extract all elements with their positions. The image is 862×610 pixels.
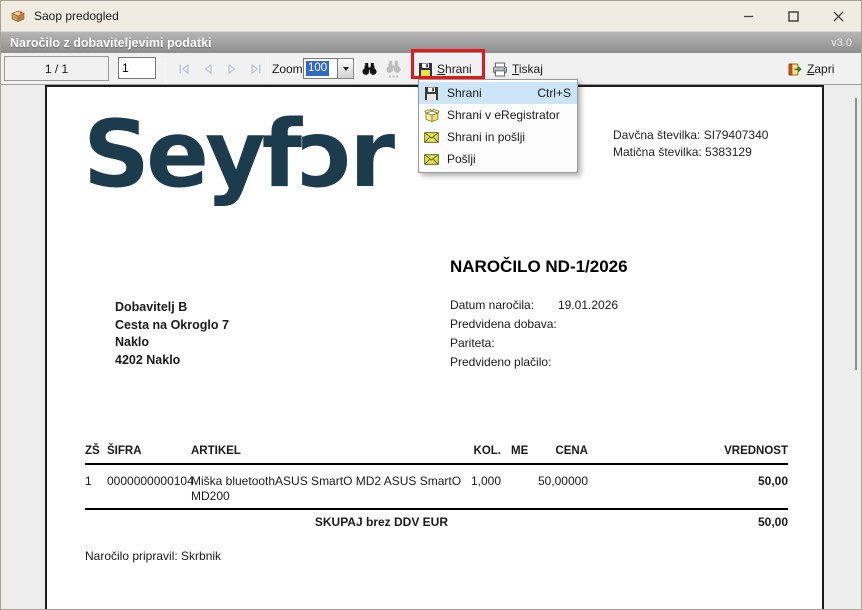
save-dropdown-menu: Shrani Ctrl+S Shrani v eRegistrator Shra… [418, 79, 578, 173]
open-box-icon [423, 108, 440, 122]
menu-item-label: Shrani v eRegistrator [447, 108, 560, 122]
title-bar: Saop predogled [1, 1, 861, 31]
find-next-button[interactable] [383, 58, 403, 80]
version-label: v3.0 [831, 36, 852, 49]
seyfor-logo: Seyfɔr [83, 100, 395, 208]
zoom-dropdown-button[interactable] [338, 58, 354, 79]
chevron-down-icon [342, 66, 349, 71]
summary-row: SKUPAJ brez DDV EUR 50,00 [85, 515, 788, 530]
supplier-line: 4202 Naklo [115, 352, 181, 367]
menu-item-label: Shrani [447, 86, 482, 100]
toolbar-separator [267, 57, 268, 81]
next-page-button[interactable] [221, 58, 242, 80]
menu-shortcut: Ctrl+S [537, 86, 571, 100]
last-page-icon [250, 63, 260, 75]
maximize-icon [788, 10, 799, 22]
table-header-row: ZŠ ŠIFRA ARTIKEL KOL. ME CENA VREDNOST [85, 445, 788, 458]
column-header: VREDNOST [724, 445, 788, 457]
table-bottom-rule [85, 508, 788, 510]
close-preview-label: Zapri [807, 62, 835, 76]
detail-label: Predvideno plačilo: [450, 355, 552, 369]
find-button[interactable] [359, 58, 379, 80]
floppy-disk-icon [423, 86, 440, 101]
column-header: ME [511, 445, 529, 457]
first-page-button[interactable] [173, 58, 194, 80]
detail-label: Pariteta: [450, 336, 495, 350]
save-button-label: Shrani [437, 62, 472, 76]
window-title: Saop predogled [34, 9, 119, 23]
last-page-button[interactable] [245, 58, 266, 80]
previous-page-icon [204, 63, 212, 75]
envelope-icon [423, 153, 440, 165]
previous-page-button[interactable] [197, 58, 218, 80]
cell-kol: 1,000 [470, 474, 501, 488]
order-title: NAROČILO ND-1/2026 [450, 257, 628, 276]
column-header: ŠIFRA [107, 445, 142, 457]
app-window: Saop predogled Naročilo z dobaviteljevim… [0, 0, 862, 610]
menu-item-poslji[interactable]: Pošlji [419, 148, 577, 170]
summary-value: 50,00 [757, 515, 788, 529]
app-package-icon [10, 8, 26, 24]
supplier-line: Cesta na Okroglo 7 [115, 317, 229, 332]
supplier-line: Naklo [115, 335, 150, 349]
zoom-value: 100 [306, 61, 330, 76]
close-preview-button[interactable]: Zapri [784, 56, 837, 82]
binoculars-icon [362, 63, 376, 75]
table-row: 1 0000000000104 Miška bluetoothASUS Smar… [85, 474, 788, 508]
cell-artikel: Miška bluetoothASUS SmartO MD2 ASUS Smar… [191, 474, 462, 503]
supplier-line: Dobavitelj B [115, 300, 188, 314]
menu-item-shrani[interactable]: Shrani Ctrl+S [419, 82, 577, 104]
menu-item-shrani-in-poslji[interactable]: Shrani in pošlji [419, 126, 577, 148]
envelope-icon [423, 131, 440, 143]
minimize-icon [744, 15, 753, 17]
cell-vrednost: 50,00 [757, 474, 788, 488]
registration-number: Matična številka: 5383129 [613, 145, 752, 159]
page-indicator: 1 / 1 [4, 56, 109, 81]
company-identifiers: Davčna številka: SI79407340 Matična štev… [613, 127, 768, 161]
printer-icon [493, 62, 507, 76]
binoculars-dots-icon [386, 60, 400, 77]
page-number-input[interactable] [118, 57, 156, 79]
menu-item-label: Shrani in pošlji [447, 130, 526, 144]
maximize-button[interactable] [771, 1, 816, 31]
toolbar-separator [165, 57, 166, 81]
menu-item-label: Pošlji [447, 152, 476, 166]
print-button-label: Tiskaj [512, 62, 543, 76]
column-header: CENA [555, 445, 588, 457]
floppy-disk-icon [419, 62, 432, 76]
menu-item-shrani-v-eregistrator[interactable]: Shrani v eRegistrator [419, 104, 577, 126]
toolbar-separator [355, 57, 356, 81]
prepared-by: Naročilo pripravil: Skrbnik [85, 549, 222, 563]
close-icon [833, 11, 844, 21]
items-table: ZŠ ŠIFRA ARTIKEL KOL. ME CENA VREDNOST 1… [85, 445, 788, 530]
column-header: ARTIKEL [191, 445, 241, 457]
zoom-label: Zoom: [272, 62, 307, 76]
column-header: KOL. [473, 445, 501, 457]
detail-label: Datum naročila: [450, 298, 535, 312]
summary-label: SKUPAJ brez DDV EUR [314, 515, 448, 529]
exit-door-icon [788, 63, 802, 75]
supplier-address: Dobavitelj B Cesta na Okroglo 7 Naklo 42… [115, 299, 229, 369]
cell-zs: 1 [85, 474, 92, 488]
detail-value: 19.01.2026 [558, 298, 619, 312]
close-button[interactable] [816, 1, 861, 31]
report-title: Naročilo z dobaviteljevimi podatki [10, 35, 212, 50]
zoom-combobox[interactable]: 100 [303, 58, 354, 79]
table-header-rule [85, 463, 788, 465]
column-header: ZŠ [85, 445, 100, 457]
zoom-value-field[interactable]: 100 [303, 58, 338, 79]
first-page-icon [179, 63, 189, 75]
order-details: Datum naročila: 19.01.2026 Predvidena dob… [450, 296, 618, 372]
cell-sifra: 0000000000104 [107, 474, 194, 488]
tax-number: Davčna številka: SI79407340 [613, 128, 769, 142]
next-page-icon [227, 63, 235, 75]
report-header-bar: Naročilo z dobaviteljevimi podatki v3.0 [1, 31, 861, 53]
cell-cena: 50,00000 [537, 474, 588, 488]
detail-label: Predvidena dobava: [450, 317, 557, 331]
vertical-scrollbar[interactable] [855, 98, 857, 370]
minimize-button[interactable] [726, 1, 771, 31]
